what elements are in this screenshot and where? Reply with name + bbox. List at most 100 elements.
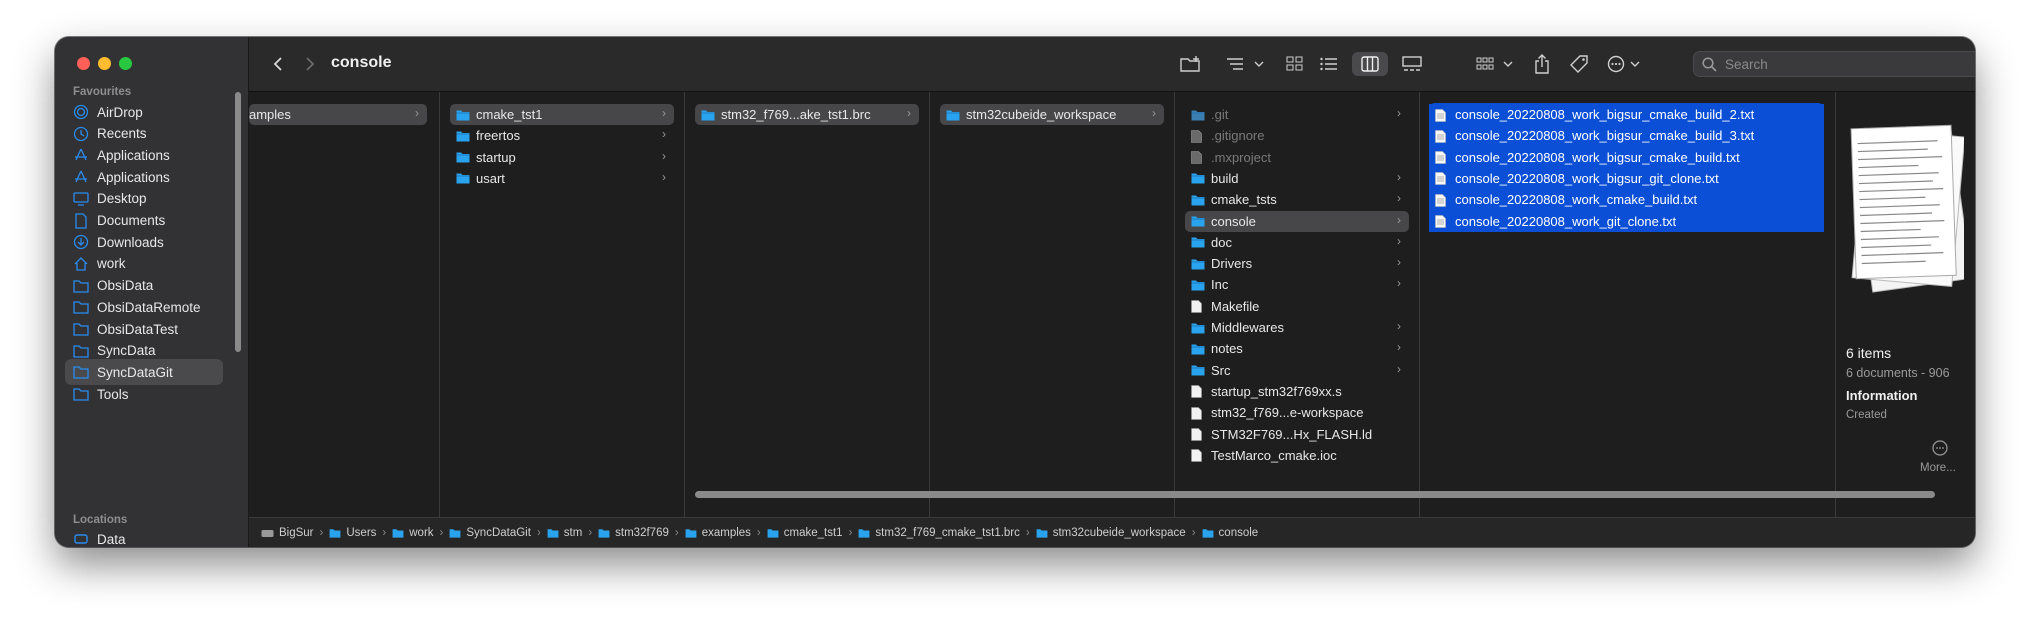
item-label: build [1211,170,1239,186]
file-row[interactable]: startup_stm32f769xx.s [1185,381,1409,402]
item-label: freertos [476,128,521,144]
action-button[interactable] [1605,52,1645,76]
item-label: .mxproject [1211,149,1271,165]
arrange-button[interactable] [1475,52,1515,76]
folder-row[interactable]: console › [1185,210,1409,232]
file-row[interactable]: stm32_f769...e-workspace [1185,402,1409,423]
folder-icon [1191,215,1205,227]
item-label: startup_stm32f769xx.s [1211,383,1342,399]
window-title: console [331,54,392,71]
folder-icon [392,528,404,538]
column-5[interactable]: || .git›.gitignore.mxprojectbuild›cmake_… [1175,92,1420,537]
sidebar-item-label: Documents [97,213,166,228]
sidebar-item-label: Applications [97,169,170,185]
file-icon [1191,428,1205,441]
path-crumb[interactable]: BigSur › [261,527,323,539]
forward-button[interactable] [299,52,321,76]
file-row[interactable]: console_20220808_work_bigsur_cmake_build… [1429,125,1824,147]
path-crumb[interactable]: stm32_f769_cmake_tst1.brc › [858,527,1030,539]
item-label: Middlewares [1211,320,1284,335]
folder-row[interactable]: Inc › [1185,274,1409,295]
minimize-button[interactable] [98,57,111,70]
sidebar-item-data[interactable]: Data [65,529,223,547]
path-crumb-label: SyncDataGit [466,527,531,539]
zoom-button[interactable] [119,57,132,70]
folder-icon [946,109,960,121]
more-button[interactable] [1932,440,1948,461]
path-crumb[interactable]: console [1202,527,1258,539]
path-separator: › [319,527,324,539]
column-1[interactable]: || amples› [249,92,440,537]
new-folder-button[interactable] [1177,52,1205,76]
folder-row[interactable]: freertos › [450,125,674,146]
clock-icon [73,126,89,142]
folder-row[interactable]: doc › [1185,232,1409,253]
folder-row[interactable]: cmake_tsts › [1185,189,1409,210]
preview-pane: 6 items 6 documents - 906 Information Cr… [1836,92,1975,537]
gallery-view-button[interactable] [1399,52,1425,76]
folder-icon [456,109,470,121]
chevron-right-icon: › [907,106,911,120]
folder-row[interactable]: startup › [450,147,674,168]
tag-button[interactable] [1567,52,1591,76]
path-crumb[interactable]: stm › [547,527,592,539]
file-row[interactable]: console_20220808_work_bigsur_git_clone.t… [1429,167,1824,189]
folder-row[interactable]: cmake_tst1 › [450,104,674,125]
file-icon [1191,406,1205,420]
file-row[interactable]: Makefile [1185,296,1409,317]
folder-row[interactable]: Middlewares › [1185,317,1409,338]
file-row[interactable]: .gitignore [1185,125,1409,146]
column-2[interactable]: || cmake_tst1›freertos›startup›usart› [440,92,685,537]
share-button[interactable] [1531,52,1553,76]
folder-row[interactable]: build › [1185,168,1409,189]
horizontal-scrollbar[interactable] [695,491,1935,498]
path-crumb[interactable]: cmake_tst1 › [767,527,852,539]
path-crumb[interactable]: stm32f769 › [598,527,679,539]
item-label: .git [1211,107,1229,122]
folder-row[interactable]: Drivers › [1185,253,1409,274]
column-4[interactable]: || stm32cubeide_workspace› [930,92,1175,537]
folder-icon [767,528,779,538]
path-crumb[interactable]: SyncDataGit › [449,527,541,539]
file-row[interactable]: STM32F769...Hx_FLASH.ld [1185,424,1409,445]
file-row[interactable]: console_20220808_work_bigsur_cmake_build… [1429,146,1824,168]
back-button[interactable] [267,52,289,76]
file-row[interactable]: console_20220808_work_bigsur_cmake_build… [1429,104,1824,125]
file-icon [1191,449,1205,463]
folder-row[interactable]: .git › [1185,104,1409,125]
folder-row[interactable]: Src › [1185,360,1409,381]
path-crumb[interactable]: stm32cubeide_workspace › [1036,527,1196,539]
sidebar-item-label: Downloads [97,234,164,250]
close-button[interactable] [77,57,90,70]
column-view-button[interactable] [1352,52,1388,76]
sidebar-scrollbar[interactable] [235,92,241,352]
folder-row[interactable]: amples › [249,104,427,125]
file-row[interactable]: .mxproject [1185,147,1409,168]
column-6[interactable]: || console_20220808_work_bigsur_cmake_bu… [1420,92,1836,537]
search-input[interactable] [1723,55,1975,73]
path-crumb-label: stm32f769 [615,527,669,539]
icon-view-button[interactable] [1283,52,1307,76]
column-3[interactable]: || stm32_f769...ake_tst1.brc› [685,92,930,537]
search-field[interactable] [1693,51,1975,77]
chevron-right-icon: › [1397,106,1401,120]
list-view-button[interactable] [1317,52,1341,76]
folder-row[interactable]: notes › [1185,338,1409,359]
file-row[interactable]: TestMarco_cmake.ioc [1185,445,1409,466]
group-button[interactable] [1223,52,1267,76]
path-separator: › [1025,527,1030,539]
path-crumb[interactable]: examples › [685,527,761,539]
path-crumb[interactable]: work › [392,527,443,539]
sidebar-item-tools[interactable]: Tools [65,381,223,407]
item-label: console_20220808_work_git_clone.txt [1455,213,1677,229]
document-stack-preview [1850,124,1964,293]
chevron-right-icon: › [1397,169,1401,184]
folder-row[interactable]: stm32cubeide_workspace › [940,104,1164,125]
path-crumb[interactable]: Users › [329,527,386,539]
folder-row[interactable]: stm32_f769...ake_tst1.brc › [695,104,919,125]
file-row[interactable]: console_20220808_work_cmake_build.txt [1429,189,1824,211]
text-file-icon [1435,108,1449,122]
file-row[interactable]: console_20220808_work_git_clone.txt [1429,210,1824,232]
path-separator: › [536,527,541,539]
folder-row[interactable]: usart › [450,168,674,189]
